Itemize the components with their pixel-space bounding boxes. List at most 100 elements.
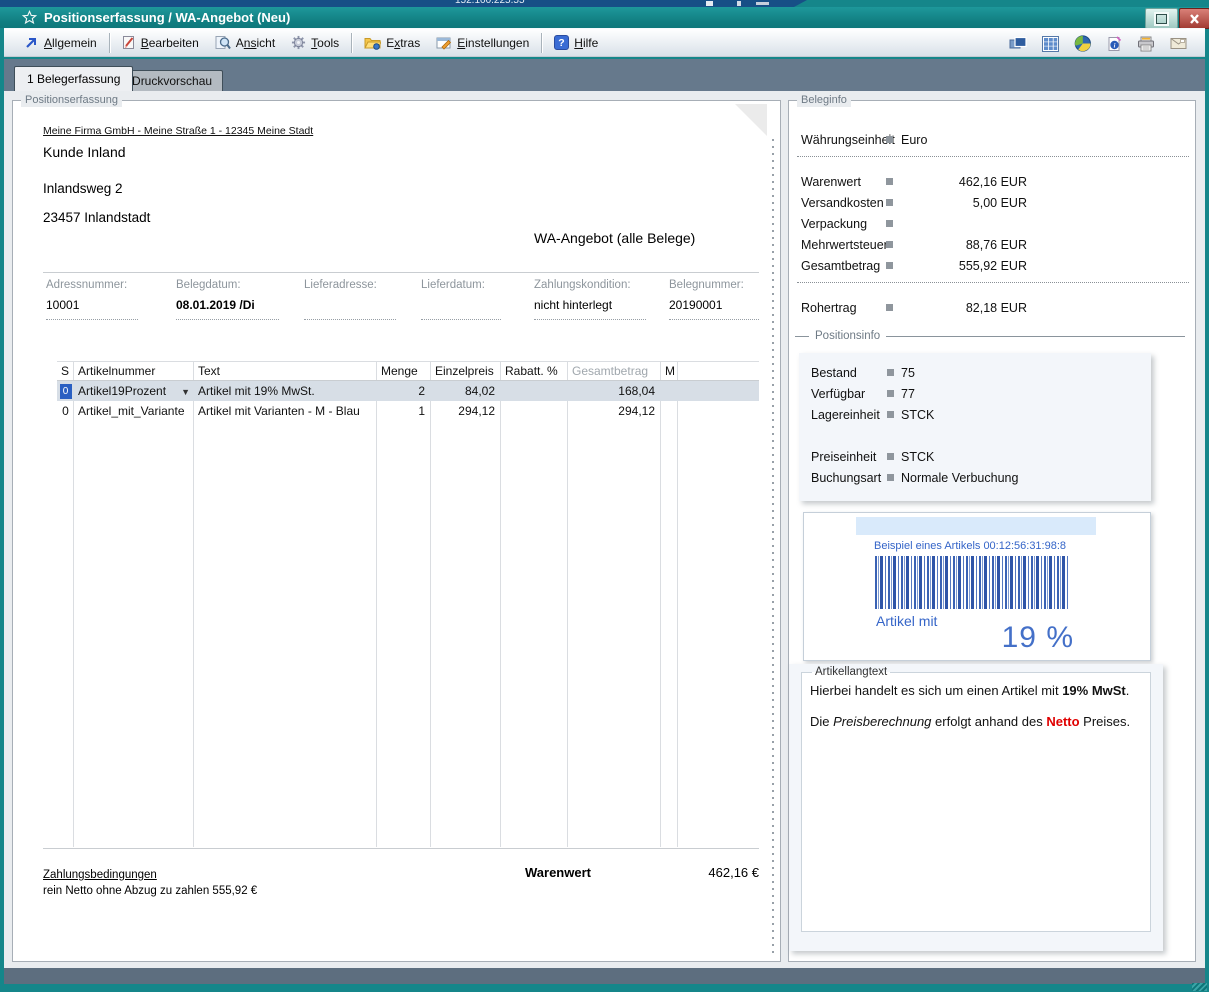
artikellangtext-line2: Die Preisberechnung erfolgt anhand des N… <box>810 713 1131 729</box>
artikellangtext-box: Artikellangtext Hierbei handelt es sich … <box>801 666 1151 932</box>
menu-item-einstellungen[interactable]: Einstellungen <box>428 32 537 54</box>
menu-separator <box>351 32 353 53</box>
table-column-lines <box>57 361 759 847</box>
remote-bar-icon <box>756 2 769 5</box>
divider <box>43 848 759 849</box>
window-title: Positionserfassung / WA-Angebot (Neu) <box>44 10 291 25</box>
col-header-einzelpreis[interactable]: Einzelpreis <box>431 364 501 378</box>
menu-item-ansicht[interactable]: Ansicht <box>207 32 283 54</box>
article-image-percent: 19 % <box>1001 621 1074 654</box>
resize-grip[interactable] <box>1192 983 1207 991</box>
mail-icon[interactable] <box>1170 37 1187 50</box>
col-header-m[interactable]: M <box>661 364 678 378</box>
close-button[interactable] <box>1179 8 1209 29</box>
tab-belegerfassung[interactable]: 1 Belegerfassung <box>14 66 134 91</box>
positionsinfo-panel: Bestand 75 Verfügbar 77 Lagereinheit STCK P… <box>799 353 1151 501</box>
arrow-up-right-icon <box>24 35 39 50</box>
document-info-icon[interactable]: i <box>1107 35 1122 52</box>
panel-splitter[interactable] <box>772 139 774 957</box>
zahlungsbedingungen-link[interactable]: Zahlungsbedingungen <box>43 869 157 881</box>
col-header-gesamtbetrag[interactable]: Gesamtbetrag <box>568 364 661 378</box>
col-header-rabatt[interactable]: Rabatt. % <box>501 364 568 378</box>
customer-street: Inlandsweg 2 <box>43 181 123 196</box>
gear-icon <box>291 35 306 50</box>
field-adressnummer: Adressnummer: 10001 <box>46 279 138 320</box>
bottom-frame <box>4 968 1205 984</box>
menu-item-allgemein[interactable]: Allgemein <box>16 32 105 54</box>
svg-text:?: ? <box>559 37 565 49</box>
beleginfo-row: Gesamtbetrag 555,92 EUR <box>801 259 1027 273</box>
barcode-icon <box>875 556 1068 609</box>
favorite-star-icon[interactable] <box>22 10 37 25</box>
folder-icon <box>364 36 382 50</box>
positionsinfo-row: Preiseinheit STCK <box>811 450 935 464</box>
field-belegdatum: Belegdatum: 08.01.2019 /Di <box>176 279 279 320</box>
svg-text:i: i <box>1114 42 1116 49</box>
table-row[interactable]: 0 Artikel_mit_Variante Artikel mit Varia… <box>57 401 759 421</box>
pie-chart-icon[interactable] <box>1074 35 1092 52</box>
col-header-s[interactable]: S <box>57 364 74 378</box>
field-lieferdatum: Lieferdatum: <box>421 279 501 320</box>
dropdown-arrow-icon[interactable]: ▼ <box>181 387 190 397</box>
row-select-indicator: 0 <box>59 384 72 399</box>
settings-window-icon <box>436 36 452 50</box>
bullet-icon <box>886 262 893 269</box>
positionserfassung-group: Positionserfassung Meine Firma GmbH - Me… <box>12 93 781 962</box>
bullet-icon <box>886 136 893 143</box>
bullet-icon <box>887 474 894 481</box>
field-belegnummer: Belegnummer: 20190001 <box>669 279 759 320</box>
table-row-selected[interactable]: 0 Artikel19Prozent ▼ Artikel mit 19% MwSt… <box>57 381 759 401</box>
bullet-icon <box>887 369 894 376</box>
beleginfo-row: Warenwert 462,16 EUR <box>801 175 1027 189</box>
menu-item-hilfe[interactable]: ? Hilfe <box>546 32 606 54</box>
beleginfo-row: Versandkosten 5,00 EUR <box>801 196 1027 210</box>
article-image-highlight <box>856 517 1096 535</box>
col-header-text[interactable]: Text <box>194 364 377 378</box>
table-grid-icon[interactable] <box>1042 35 1059 52</box>
divider <box>43 272 759 273</box>
menu-separator <box>108 32 110 53</box>
article-image: Beispiel eines Artikels 00:12:56:31:98:8… <box>803 512 1151 661</box>
customer-name: Kunde Inland <box>43 144 126 160</box>
adressnummer-value[interactable]: 10001 <box>46 298 79 312</box>
belegnummer-value[interactable]: 20190001 <box>669 298 722 312</box>
barcode-caption: Beispiel eines Artikels 00:12:56:31:98:8 <box>874 540 1067 552</box>
application-window: 152.100.225.55 Positionserfassung / WA-A… <box>0 0 1209 992</box>
group-label: Positionserfassung <box>21 93 122 107</box>
title-bar: Positionserfassung / WA-Angebot (Neu) <box>0 7 1209 29</box>
positionsinfo-row: Lagereinheit STCK <box>811 408 935 422</box>
positions-table: S Artikelnummer Text Menge Einzelpreis R… <box>57 361 759 847</box>
beleginfo-row: Rohertrag 82,18 EUR <box>801 301 1027 315</box>
col-header-artikelnummer[interactable]: Artikelnummer <box>74 364 194 378</box>
menu-item-tools[interactable]: Tools <box>283 32 347 54</box>
menu-bar: Allgemein Bearbeiten Ansicht Tools Extra… <box>4 28 1205 57</box>
overlapping-windows-icon[interactable] <box>1009 36 1027 51</box>
restore-button[interactable] <box>1145 8 1178 29</box>
field-lieferadresse: Lieferadresse: <box>304 279 396 320</box>
warenwert-value: 462,16 € <box>708 865 759 880</box>
company-header-link[interactable]: Meine Firma GmbH - Meine Straße 1 - 1234… <box>43 125 313 137</box>
beleginfo-row: Währungseinheit Euro <box>801 133 928 147</box>
menu-item-bearbeiten[interactable]: Bearbeiten <box>114 32 207 54</box>
zahlungskondition-value[interactable]: nicht hinterlegt <box>534 298 612 312</box>
beleginfo-row: Verpackung <box>789 215 1195 233</box>
tab-strip: 1 Belegerfassung 2 Druckvorschau <box>4 59 1205 91</box>
artikellangtext-label: Artikellangtext <box>815 666 888 678</box>
positionsinfo-row: Buchungsart Normale Verbuchung <box>811 471 1019 485</box>
belegdatum-value[interactable]: 08.01.2019 /Di <box>176 298 255 312</box>
restore-icon <box>1156 13 1167 24</box>
magnifier-document-icon <box>215 35 231 50</box>
menu-item-extras[interactable]: Extras <box>356 32 428 54</box>
remote-session-bar: 152.100.225.55 <box>0 0 807 7</box>
field-zahlungskondition: Zahlungskondition: nicht hinterlegt <box>534 279 646 320</box>
warenwert-label: Warenwert <box>525 865 591 880</box>
printer-icon[interactable] <box>1137 36 1155 52</box>
positionsinfo-row: Verfügbar 77 <box>811 387 915 401</box>
beleginfo-group: Beleginfo Währungseinheit Euro Warenwert 4… <box>788 93 1196 962</box>
zahlungsbedingungen-text: rein Netto ohne Abzug zu zahlen 555,92 € <box>43 885 258 897</box>
customer-city: 23457 Inlandstadt <box>43 210 151 225</box>
toolbar-icons: i <box>1009 29 1187 58</box>
col-header-menge[interactable]: Menge <box>377 364 431 378</box>
table-header-row: S Artikelnummer Text Menge Einzelpreis R… <box>57 361 759 381</box>
beleginfo-row: Mehrwertsteuer 88,76 EUR <box>801 238 1027 252</box>
